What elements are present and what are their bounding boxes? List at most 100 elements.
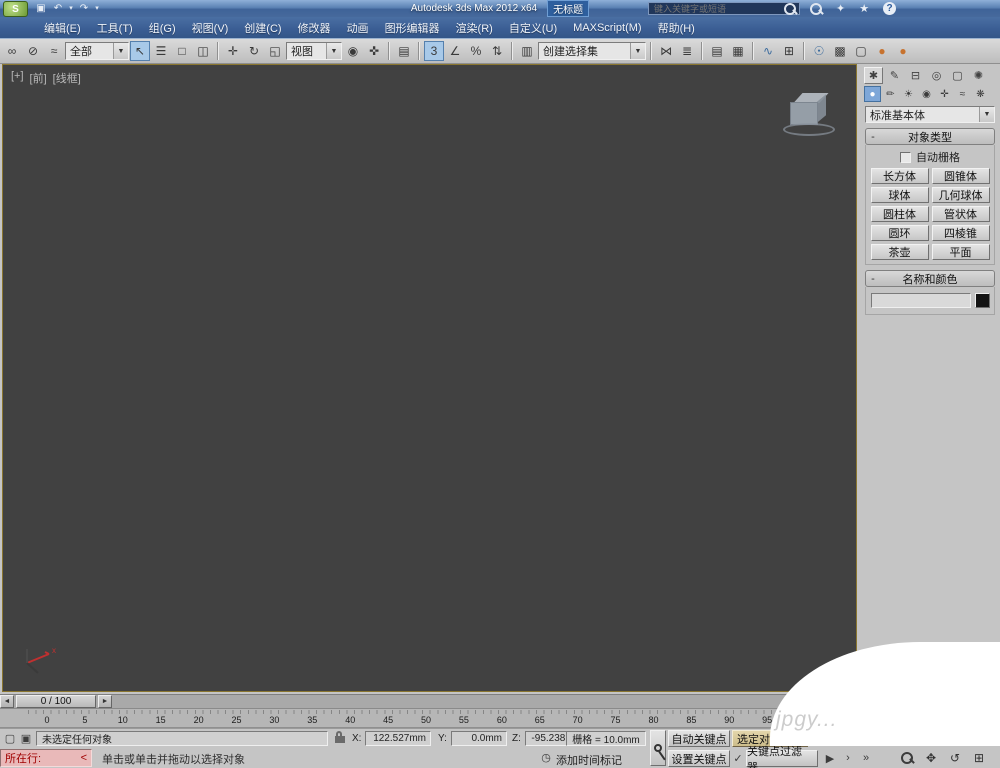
next-frame-icon[interactable]: ► [98,695,112,708]
selection-lock-toggle-icon[interactable]: ▣ [18,730,34,746]
tab-hierarchy[interactable]: ⊟ [906,67,925,84]
time-slider-handle[interactable]: 0 / 100 [16,695,96,708]
geosphere-button[interactable]: 几何球体 [931,187,990,203]
selection-filter-dropdown[interactable]: 全部 ▼ [65,42,129,60]
select-object-button[interactable]: ↖ [130,41,150,61]
category-shapes-icon[interactable]: ✏ [882,86,899,102]
schematic-view-icon[interactable]: ⊞ [779,41,799,61]
viewcube-front-face[interactable] [790,102,818,125]
object-color-swatch[interactable] [974,293,990,308]
search-input[interactable] [652,2,784,15]
use-pivot-center-icon[interactable]: ◉ [343,41,363,61]
graphite-ribbon-icon[interactable]: ▦ [728,41,748,61]
add-time-tag[interactable]: 添加时间标记 [556,752,622,768]
layer-manager-icon[interactable]: ▤ [707,41,727,61]
render-iterative-icon[interactable]: ● [893,41,913,61]
spinner-snap-icon[interactable]: ⇅ [487,41,507,61]
menu-customize[interactable]: 自定义(U) [501,17,565,38]
category-spacewarps-icon[interactable]: ≈ [954,86,971,102]
x-coordinate-field[interactable]: 122.527mm [365,731,431,746]
autogrid-checkbox[interactable] [900,151,911,163]
menu-animation[interactable]: 动画 [339,17,377,38]
menu-rendering[interactable]: 渲染(R) [448,17,501,38]
search-icon[interactable] [784,2,796,15]
category-lights-icon[interactable]: ☀ [900,86,917,102]
menu-maxscript[interactable]: MAXScript(M) [565,17,649,38]
tab-create[interactable]: ✱ [864,67,883,84]
window-crossing-icon[interactable]: ◫ [193,41,213,61]
play-animation-icon[interactable]: ▶ [822,750,838,766]
favorites-icon[interactable]: ★ [859,2,869,15]
infocenter-search-icon[interactable] [810,2,822,15]
orbit-icon[interactable]: ↺ [946,749,964,766]
sphere-button[interactable]: 球体 [870,187,929,203]
render-production-icon[interactable]: ● [872,41,892,61]
tab-modify[interactable]: ✎ [885,67,904,84]
maximize-viewport-icon[interactable]: ⊞ [970,749,988,766]
isolate-selection-toggle-icon[interactable]: ▢ [2,730,18,746]
track-bar[interactable]: 0 5 10 15 20 25 30 35 40 45 50 55 60 65 … [0,709,858,728]
help-icon[interactable]: ? [883,2,897,15]
menu-views[interactable]: 视图(V) [184,17,237,38]
keyboard-shortcut-override-icon[interactable]: ▤ [394,41,414,61]
next-frame-icon[interactable]: › [840,750,856,766]
render-setup-icon[interactable]: ▩ [830,41,850,61]
category-systems-icon[interactable]: ❋ [972,86,989,102]
bind-to-spacewarp-icon[interactable]: ≈ [44,41,64,61]
category-helpers-icon[interactable]: ✛ [936,86,953,102]
select-and-link-icon[interactable]: ∞ [2,41,22,61]
selection-lock-icon[interactable] [332,730,348,747]
align-icon[interactable]: ≣ [677,41,697,61]
viewcube-compass-ring[interactable] [783,123,835,136]
menu-help[interactable]: 帮助(H) [650,17,703,38]
angle-snap-icon[interactable]: ∠ [445,41,465,61]
percent-snap-icon[interactable]: % [466,41,486,61]
box-button[interactable]: 长方体 [870,168,929,184]
menu-create[interactable]: 创建(C) [236,17,289,38]
curve-editor-icon[interactable]: ∿ [758,41,778,61]
viewport-general-menu[interactable]: [+] [11,70,24,86]
edit-named-selection-sets-icon[interactable]: ▥ [517,41,537,61]
viewport-shading-menu[interactable]: [线框] [53,70,81,86]
named-selection-sets-dropdown[interactable]: 创建选择集 ▼ [538,42,646,60]
zoom-icon[interactable] [898,749,916,766]
snap-toggle-3d-icon[interactable]: 3 [424,41,444,61]
object-type-rollout-header[interactable]: - 对象类型 [865,128,995,145]
name-color-rollout-header[interactable]: - 名称和颜色 [865,270,995,287]
torus-button[interactable]: 圆环 [870,225,929,241]
select-and-scale-icon[interactable]: ◱ [265,41,285,61]
menu-edit[interactable]: 编辑(E) [36,17,89,38]
time-slider[interactable]: ◄ 0 / 100 ► [0,694,858,709]
communication-center-icon[interactable]: ✦ [836,2,845,15]
menu-modifiers[interactable]: 修改器 [290,17,339,38]
tab-motion[interactable]: ◎ [927,67,946,84]
unlink-selection-icon[interactable]: ⊘ [23,41,43,61]
menu-graph-editors[interactable]: 图形编辑器 [377,17,448,38]
key-mode-check-icon[interactable]: ✓ [730,750,746,766]
select-and-rotate-icon[interactable]: ↻ [244,41,264,61]
key-filters-button[interactable]: 关键点过滤器... [746,746,818,768]
tube-button[interactable]: 管状体 [931,206,990,222]
pan-icon[interactable]: ✥ [922,749,940,766]
y-coordinate-field[interactable]: 0.0mm [451,731,507,746]
reference-coordinate-dropdown[interactable]: 视图 ▼ [286,42,342,60]
set-keys-button[interactable] [650,730,666,766]
pyramid-button[interactable]: 四棱锥 [931,225,990,241]
geometry-category-dropdown[interactable]: 标准基本体 ▼ [865,106,995,123]
teapot-button[interactable]: 茶壶 [870,244,929,260]
viewcube[interactable] [783,89,835,139]
select-and-manipulate-icon[interactable]: ✜ [364,41,384,61]
cone-button[interactable]: 圆锥体 [931,168,990,184]
go-to-end-icon[interactable]: » [858,750,874,766]
tab-display[interactable]: ▢ [948,67,967,84]
menu-tools[interactable]: 工具(T) [89,17,141,38]
mirror-icon[interactable]: ⋈ [656,41,676,61]
select-and-move-icon[interactable]: ✛ [223,41,243,61]
viewport-pov-menu[interactable]: [前] [30,70,47,86]
infocenter-search[interactable] [648,2,800,15]
rendered-frame-window-icon[interactable]: ▢ [851,41,871,61]
previous-frame-icon[interactable]: ◄ [0,695,14,708]
select-by-name-icon[interactable]: ☰ [151,41,171,61]
cylinder-button[interactable]: 圆柱体 [870,206,929,222]
tab-utilities[interactable]: ✺ [969,67,988,84]
